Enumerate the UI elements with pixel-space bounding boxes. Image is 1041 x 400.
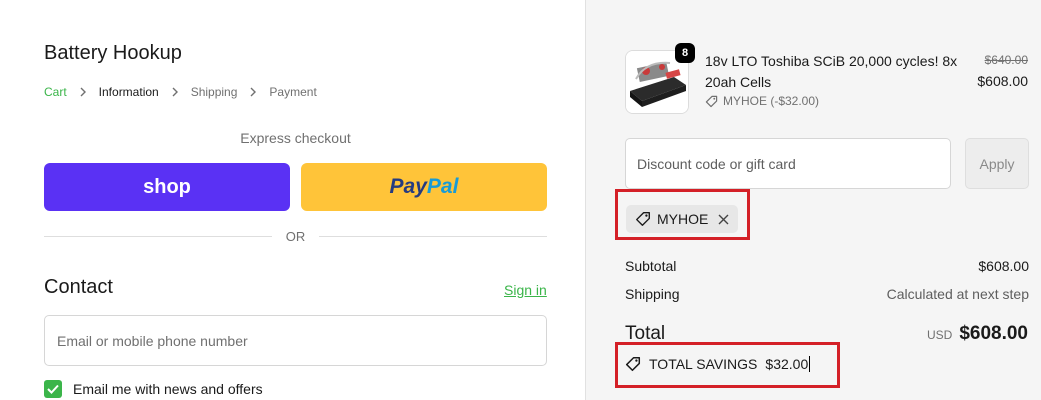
shipping-row: Shipping Calculated at next step — [625, 286, 1029, 302]
product-price: $608.00 — [977, 73, 1028, 89]
newsletter-label: Email me with news and offers — [73, 381, 263, 397]
subtotal-label: Subtotal — [625, 258, 677, 274]
email-input[interactable] — [44, 315, 547, 366]
paypal-logo-part1: Pay — [389, 175, 427, 198]
checkout-page: Battery Hookup Cart Information Shipping… — [0, 0, 1041, 400]
product-price-original: $640.00 — [984, 53, 1028, 67]
sign-in-link[interactable]: Sign in — [504, 282, 547, 298]
breadcrumb-shipping: Shipping — [190, 85, 238, 99]
highlight-box-savings — [615, 342, 840, 388]
product-discount: MYHOE (-$32.00) — [705, 94, 819, 108]
shop-pay-button[interactable]: shop — [44, 163, 290, 211]
newsletter-option: Email me with news and offers — [44, 380, 263, 398]
divider-line — [44, 236, 272, 237]
paypal-button[interactable]: Pay Pal — [301, 163, 547, 211]
chevron-right-icon — [249, 87, 257, 97]
order-summary: 8 18v LTO Toshiba SCiB 20,000 cycles! 8x… — [585, 0, 1041, 400]
breadcrumb-information: Information — [98, 85, 159, 99]
total-value-group: USD $608.00 — [927, 323, 1028, 345]
breadcrumb-cart[interactable]: Cart — [44, 85, 67, 99]
newsletter-checkbox[interactable] — [44, 380, 62, 398]
contact-title: Contact — [44, 276, 113, 298]
subtotal-row: Subtotal $608.00 — [625, 258, 1029, 274]
store-name[interactable]: Battery Hookup — [44, 42, 182, 65]
tag-icon — [705, 95, 718, 108]
checkout-main: Battery Hookup Cart Information Shipping… — [0, 0, 585, 400]
quantity-badge: 8 — [675, 43, 695, 63]
express-checkout-label: Express checkout — [240, 130, 351, 146]
or-divider: OR — [44, 229, 547, 244]
breadcrumb: Cart Information Shipping Payment — [44, 85, 317, 99]
breadcrumb-payment: Payment — [269, 85, 317, 99]
checkmark-icon — [47, 384, 59, 394]
shop-pay-logo: shop — [143, 175, 191, 198]
divider-line — [319, 236, 547, 237]
subtotal-value: $608.00 — [978, 258, 1029, 274]
product-discount-text: MYHOE (-$32.00) — [723, 94, 820, 108]
chevron-right-icon — [79, 87, 87, 97]
product-name: 18v LTO Toshiba SCiB 20,000 cycles! 8x 2… — [705, 53, 958, 90]
shipping-value: Calculated at next step — [886, 286, 1029, 302]
chevron-right-icon — [171, 87, 179, 97]
discount-code-input[interactable] — [625, 138, 951, 189]
shipping-label: Shipping — [625, 286, 680, 302]
total-amount: $608.00 — [959, 323, 1028, 344]
or-text: OR — [285, 229, 306, 244]
highlight-box-discount — [615, 189, 750, 240]
paypal-logo-part2: Pal — [426, 175, 459, 198]
apply-discount-button[interactable]: Apply — [965, 138, 1029, 189]
total-currency: USD — [926, 328, 953, 342]
